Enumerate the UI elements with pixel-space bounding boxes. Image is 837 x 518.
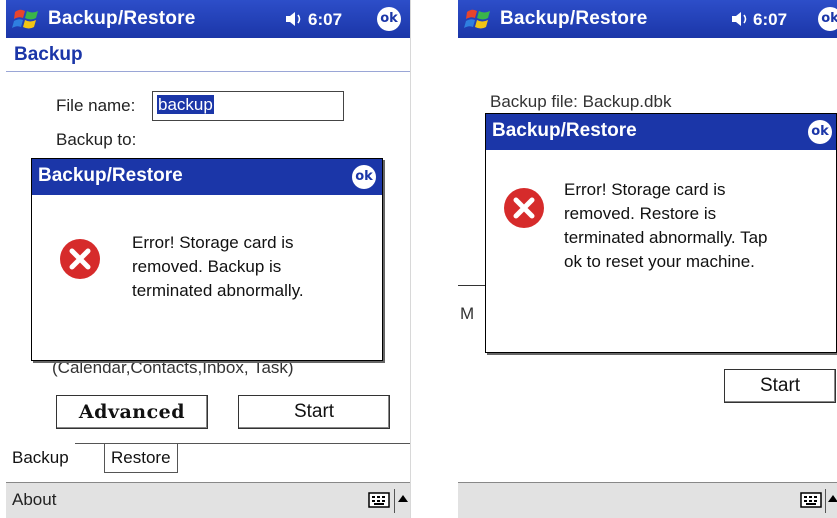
app-title: Backup/Restore	[500, 8, 648, 29]
file-name-value: backup	[157, 95, 214, 114]
dialog-ok-button[interactable]: ok	[352, 165, 376, 189]
backup-screen: Backup/Restore 6:07 ok Backup File name:…	[6, 0, 411, 518]
dialog-message-line: removed. Restore is	[564, 204, 717, 223]
speaker-icon[interactable]	[284, 10, 306, 28]
title-bar: Backup/Restore 6:07 ok	[6, 0, 410, 38]
tab-backup[interactable]: Backup	[6, 443, 75, 473]
dialog-message-line: terminated abnormally.	[132, 281, 304, 300]
menu-bar	[458, 482, 837, 518]
clock[interactable]: 6:07	[308, 10, 342, 30]
start-button[interactable]: Start	[724, 369, 836, 403]
restore-screen: Backup/Restore 6:07 ok Backup file: Back…	[458, 0, 837, 518]
sip-arrow-up-icon[interactable]	[398, 495, 408, 502]
error-dialog: Backup/Restore ok Error! Storage card is…	[485, 113, 837, 353]
start-button[interactable]: Start	[238, 395, 390, 429]
dialog-title-text: Backup/Restore	[38, 165, 183, 186]
backup-file-label: Backup file: Backup.dbk	[490, 92, 672, 111]
backup-items-text: (Calendar,Contacts,Inbox, Task)	[52, 358, 294, 377]
dialog-message-line: Error! Storage card is	[132, 233, 294, 252]
error-icon	[60, 239, 100, 279]
dialog-message-line: Error! Storage card is	[564, 180, 726, 199]
sip-separator	[394, 489, 395, 513]
keyboard-icon[interactable]	[800, 491, 822, 509]
about-menu[interactable]: About	[12, 490, 56, 510]
partial-label: M	[460, 304, 475, 323]
divider	[458, 285, 488, 286]
tab-restore[interactable]: Restore	[104, 443, 178, 473]
dialog-ok-button[interactable]: ok	[808, 120, 832, 144]
title-bar: Backup/Restore 6:07 ok	[458, 0, 837, 38]
file-name-label: File name:	[56, 96, 136, 115]
menu-bar: About	[6, 482, 410, 518]
windows-start-icon[interactable]	[12, 6, 42, 32]
clock[interactable]: 6:07	[753, 10, 787, 30]
dialog-message-line: removed. Backup is	[132, 257, 282, 276]
dialog-message-line: ok to reset your machine.	[564, 252, 755, 271]
dialog-message: Error! Storage card is removed. Backup i…	[132, 231, 304, 303]
sip-separator	[825, 489, 826, 513]
ok-button[interactable]: ok	[818, 7, 837, 31]
app-title: Backup/Restore	[48, 8, 196, 29]
dialog-message: Error! Storage card is removed. Restore …	[564, 178, 767, 274]
advanced-button[interactable]: Advanced	[56, 395, 208, 429]
dialog-title-text: Backup/Restore	[492, 120, 637, 141]
error-dialog: Backup/Restore ok Error! Storage card is…	[31, 158, 383, 361]
error-icon	[504, 188, 544, 228]
tab-bar: Backup Restore	[6, 443, 410, 477]
file-name-input[interactable]: backup	[152, 91, 344, 121]
backup-to-label: Backup to:	[56, 130, 137, 149]
ok-button[interactable]: ok	[377, 7, 401, 31]
sip-arrow-up-icon[interactable]	[828, 495, 837, 502]
page-title: Backup	[6, 44, 410, 72]
dialog-message-line: terminated abnormally. Tap	[564, 228, 768, 247]
keyboard-icon[interactable]	[368, 491, 390, 509]
windows-start-icon[interactable]	[464, 6, 494, 32]
speaker-icon[interactable]	[730, 10, 752, 28]
